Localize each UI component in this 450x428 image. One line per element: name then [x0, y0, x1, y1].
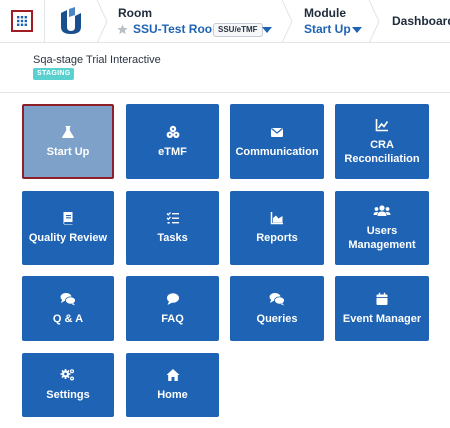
module-tile-label: CRA Reconciliation	[344, 138, 420, 165]
divider	[0, 92, 450, 93]
envelope-icon	[271, 127, 283, 137]
task-list-icon	[166, 212, 179, 224]
breadcrumb-chevron-icon	[368, 0, 380, 43]
comment-icon	[166, 292, 179, 305]
module-tile-quality-review[interactable]: Quality Review	[22, 191, 114, 265]
module-tile-etmf[interactable]: eTMF	[126, 104, 219, 179]
gears-icon	[60, 369, 74, 381]
module-tile-label: Reports	[256, 232, 298, 244]
star-icon[interactable]	[117, 24, 128, 35]
module-tile-start-up[interactable]: Start Up	[22, 104, 114, 179]
comments-icon	[269, 292, 285, 305]
breadcrumb-chevron-icon	[281, 0, 293, 43]
module-tile-faq[interactable]: FAQ	[126, 276, 219, 341]
divider	[44, 0, 45, 43]
grid-icon	[17, 16, 27, 26]
module-tile-cra-reconciliation[interactable]: CRA Reconciliation	[335, 104, 429, 179]
app-logo[interactable]	[59, 7, 83, 35]
module-dropdown-caret-icon[interactable]	[352, 27, 362, 34]
module-tile-label: Communication	[235, 145, 319, 158]
room-selector[interactable]: SSU-Test Room	[133, 22, 223, 36]
environment-badge: STAGING	[33, 68, 75, 80]
module-tile-home[interactable]: Home	[126, 353, 219, 417]
module-tile-label: Quality Review	[28, 232, 108, 244]
module-tile-label: Q & A	[52, 312, 84, 325]
module-tile-label: FAQ	[161, 312, 184, 325]
top-bar: Room SSU-Test Room SSU/eTMF Module Start…	[0, 0, 450, 43]
module-tile-label: Start Up	[46, 145, 90, 158]
module-tile-label: Event Manager	[342, 312, 422, 325]
module-tile-settings[interactable]: Settings	[22, 353, 114, 417]
module-tile-label: Home	[157, 389, 188, 401]
room-type-badge: SSU/eTMF	[213, 23, 263, 37]
book-icon	[63, 212, 73, 225]
users-icon	[373, 205, 391, 216]
module-tile-q-and-a[interactable]: Q & A	[22, 276, 114, 341]
room-label: Room	[118, 6, 152, 20]
comments-icon	[60, 292, 76, 305]
calendar-icon	[376, 292, 388, 305]
line-chart-icon	[375, 118, 389, 131]
module-tile-label: eTMF	[158, 145, 187, 158]
module-tile-reports[interactable]: Reports	[230, 191, 324, 265]
module-tile-tasks[interactable]: Tasks	[126, 191, 219, 265]
module-tile-label: Users Management	[348, 225, 416, 251]
module-tile-label: Settings	[46, 389, 90, 401]
breadcrumb-chevron-icon	[96, 0, 108, 43]
app-root: Room SSU-Test Room SSU/eTMF Module Start…	[0, 0, 450, 428]
cubes-icon	[166, 125, 179, 138]
module-tile-label: Queries	[256, 312, 298, 325]
module-tile-communication[interactable]: Communication	[230, 104, 324, 179]
area-chart-icon	[270, 212, 283, 225]
breadcrumb-dashboard[interactable]: Dashboard	[392, 14, 450, 28]
module-tile-label: Tasks	[157, 232, 188, 244]
home-icon	[166, 369, 179, 381]
module-tile-event-manager[interactable]: Event Manager	[335, 276, 429, 341]
module-tile-queries[interactable]: Queries	[230, 276, 324, 341]
app-launcher-button[interactable]	[11, 10, 33, 32]
module-selector[interactable]: Start Up	[304, 22, 351, 36]
module-tile-users-management[interactable]: Users Management	[335, 191, 429, 265]
study-name: Sqa-stage Trial Interactive	[33, 54, 161, 66]
room-dropdown-caret-icon[interactable]	[262, 27, 272, 34]
flask-icon	[62, 125, 74, 138]
module-label: Module	[304, 6, 346, 20]
